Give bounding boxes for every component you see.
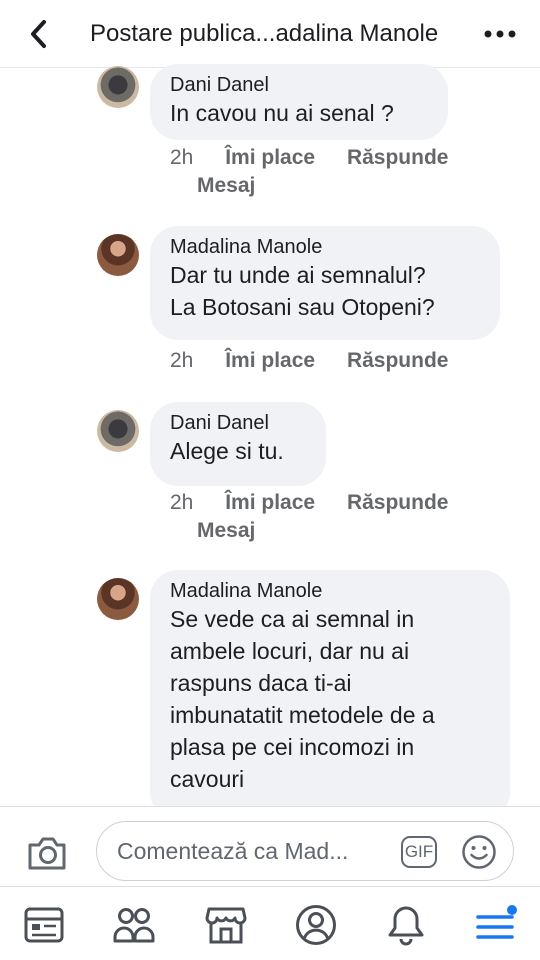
- comment-input-placeholder: Comentează ca Mad...: [117, 838, 349, 864]
- smiley-icon: [462, 835, 496, 869]
- comment-text-line: Dar tu unde ai semnalul?: [170, 262, 426, 288]
- tab-notifications[interactable]: [384, 903, 428, 947]
- comment-actions: 2h Îmi place Răspunde: [170, 491, 474, 515]
- app: Postare publica...adalina Manole Dani Da…: [0, 0, 540, 960]
- chevron-left-icon: [31, 20, 46, 48]
- tab-profile[interactable]: [294, 903, 338, 947]
- like-button[interactable]: Îmi place: [225, 349, 315, 372]
- comment-text-line: La Botosani sau Otopeni?: [170, 294, 435, 320]
- menu-icon: [476, 905, 517, 939]
- avatar[interactable]: [97, 66, 139, 108]
- comment-actions: 2h Îmi place Răspunde: [170, 146, 474, 170]
- page-title: Postare publica...adalina Manole: [90, 20, 439, 47]
- reply-button[interactable]: Răspunde: [347, 146, 449, 169]
- comment-time: 2h: [170, 146, 194, 169]
- like-button[interactable]: Îmi place: [225, 491, 315, 514]
- tab-groups[interactable]: [112, 903, 156, 947]
- avatar[interactable]: [97, 410, 139, 452]
- like-button[interactable]: Îmi place: [225, 146, 315, 169]
- message-button[interactable]: Mesaj: [197, 174, 255, 198]
- more-options-button[interactable]: [478, 18, 522, 50]
- top-bar: Postare publica...adalina Manole: [0, 0, 540, 68]
- notifications-icon: [388, 906, 424, 946]
- comment-bubble[interactable]: Madalina Manole Se vede ca ai semnal in …: [150, 570, 510, 820]
- profile-icon: [296, 905, 336, 945]
- comment-text-line: ambele locuri, dar nu ai: [170, 638, 410, 664]
- news-feed-icon: [24, 907, 64, 943]
- groups-icon: [113, 908, 155, 943]
- comment-text-line: imbunatatit metodele de a: [170, 702, 435, 728]
- emoji-button[interactable]: [461, 834, 497, 870]
- avatar[interactable]: [97, 234, 139, 276]
- tab-marketplace[interactable]: [204, 903, 248, 947]
- tab-menu[interactable]: [474, 903, 518, 947]
- comment-bubble[interactable]: Dani Danel Alege si tu.: [150, 402, 326, 486]
- menu-badge: [507, 905, 517, 915]
- avatar[interactable]: [97, 578, 139, 620]
- camera-icon: [28, 837, 66, 870]
- tab-news-feed[interactable]: [22, 903, 66, 947]
- comment-text-line: cavouri: [170, 766, 245, 792]
- camera-button[interactable]: [26, 833, 68, 873]
- comment-text-line: Se vede ca ai semnal in: [170, 606, 415, 632]
- reply-button[interactable]: Răspunde: [347, 491, 449, 514]
- more-dots-icon: [484, 30, 516, 38]
- reply-button[interactable]: Răspunde: [347, 349, 449, 372]
- comment-actions: 2h Îmi place Răspunde: [170, 349, 474, 373]
- comment-text: Alege si tu.: [170, 438, 284, 464]
- message-button[interactable]: Mesaj: [197, 519, 255, 543]
- bottom-tab-bar: [0, 886, 540, 960]
- comment-time: 2h: [170, 491, 194, 514]
- comment-time: 2h: [170, 349, 194, 372]
- comment-text-line: raspuns daca ti-ai: [170, 670, 352, 696]
- comment-composer: Comentează ca Mad... GIF: [0, 806, 540, 886]
- comment-text: In cavou nu ai senal ?: [170, 100, 394, 126]
- comment-text-line: plasa pe cei incomozi in: [170, 734, 415, 760]
- gif-button[interactable]: GIF: [401, 836, 437, 868]
- comment-input[interactable]: Comentează ca Mad... GIF: [96, 821, 514, 881]
- comment-author[interactable]: Madalina Manole: [170, 235, 482, 259]
- comment-author[interactable]: Dani Danel: [170, 411, 308, 435]
- comment-author[interactable]: Dani Danel: [170, 73, 430, 97]
- comment-bubble[interactable]: Madalina Manole Dar tu unde ai semnalul?…: [150, 226, 500, 340]
- comment-author[interactable]: Madalina Manole: [170, 579, 492, 603]
- back-button[interactable]: [22, 18, 54, 50]
- marketplace-icon: [205, 907, 247, 944]
- comment-bubble[interactable]: Dani Danel In cavou nu ai senal ?: [150, 64, 448, 140]
